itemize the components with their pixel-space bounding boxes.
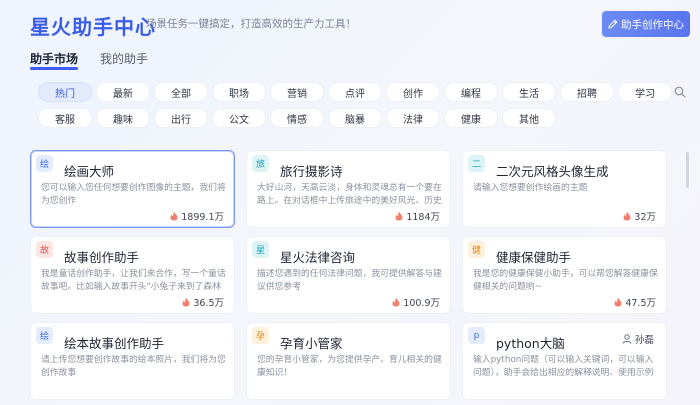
category-pill[interactable]: 法律: [386, 108, 440, 128]
usage-count-value: 1184万: [406, 212, 440, 223]
category-pill[interactable]: 健康: [444, 108, 498, 128]
assistant-description: 我是童话创作助手，让我们来合作，写一个童话故事吧。比如输入故事开头"小兔子来到了…: [41, 269, 226, 292]
assistant-title: 绘画大师: [64, 164, 115, 179]
assistant-title: 孕育小管家: [280, 336, 343, 351]
fire-icon: [182, 297, 190, 307]
fire-icon: [623, 211, 631, 221]
fire-icon: [392, 297, 400, 307]
assistant-description: 输入python问题（可以输入关键词，可以输入问题），助手会给出相应的解释说明、…: [473, 355, 654, 378]
assistant-card[interactable]: 健健康保健助手我是您的健康保健小助手，可以帮您解答健康保健相关的问题哟~ 47.5…: [462, 236, 667, 314]
usage-count: 1899.1万: [170, 209, 224, 223]
usage-count: 100.9万: [392, 295, 440, 309]
assistant-card[interactable]: 绘绘本故事创作助手请上传您想要创作故事的绘本照片，我们将为您创作故事: [30, 322, 235, 400]
assistant-badge-icon: 故: [36, 241, 53, 258]
category-pill[interactable]: 客服: [38, 108, 92, 128]
assistant-badge-icon: 孕: [252, 327, 269, 344]
category-pill[interactable]: 学习: [618, 82, 672, 102]
assistant-card-grid: 绘绘画大师 您可以输入您任何想要创作图像的主题，我们将为您创作 1899.1万旅旅行…: [30, 150, 672, 400]
assistant-title: 绘本故事创作助手: [64, 336, 165, 351]
assistant-title: 故事创作助手: [64, 250, 140, 265]
category-pill[interactable]: 招聘: [560, 82, 614, 102]
assistant-description: 大好山河，天高云淡，身体和灵魂总有一个要在路上。在对话框中上传旅途中的美好风光、…: [257, 183, 442, 206]
search-icon[interactable]: [674, 86, 686, 98]
category-pill[interactable]: 出行: [154, 108, 208, 128]
create-button-label: 助手创作中心: [621, 18, 684, 31]
assistant-description: 您可以输入您任何想要创作图像的主题，我们将为您创作: [41, 183, 226, 206]
fire-icon: [395, 211, 403, 221]
category-pill[interactable]: 情感: [270, 108, 324, 128]
user-icon: [622, 334, 632, 344]
tab-assistant-market[interactable]: 助手市场: [30, 48, 79, 72]
assistant-description: 请输入您想要创作绘画的主题: [473, 183, 588, 193]
assistant-description: 描述您遇到的任何法律问题，我可提供解答与建议供您参考: [257, 269, 442, 292]
usage-count-value: 32万: [634, 212, 656, 223]
main-tabs: 助手市场 我的助手: [30, 48, 148, 72]
usage-count: 1184万: [395, 209, 440, 223]
category-pill[interactable]: 最新: [96, 82, 150, 102]
category-pill[interactable]: 营销: [270, 82, 324, 102]
assistant-author: 孙磊: [622, 332, 654, 346]
page-title: 星火助手中心: [30, 15, 156, 39]
assistant-description: 您的孕育小管家，为您提供孕产、育儿相关的健康知识！: [257, 355, 442, 378]
assistant-title: 星火法律咨询: [280, 250, 356, 265]
pencil-icon: [608, 19, 618, 29]
category-filter: 热门 最新 全部 职场 营销 点评 创作 编程 生活 招聘 学习客服 趣味 出行 公文 情感 脑暴 法律 健康 其他: [38, 82, 678, 128]
assistant-badge-icon: p: [468, 327, 485, 344]
assistant-title: 二次元风格头像生成: [496, 164, 609, 179]
category-pill[interactable]: 编程: [444, 82, 498, 102]
category-pill[interactable]: 热门: [38, 82, 92, 102]
usage-count-value: 36.5万: [193, 298, 224, 309]
category-pill[interactable]: 职场: [212, 82, 266, 102]
usage-count-value: 100.9万: [403, 298, 440, 309]
fire-icon: [614, 297, 622, 307]
assistant-card[interactable]: 绘绘画大师您可以输入您任何想要创作图像的主题，我们将为您创作 1899.1万: [30, 150, 235, 228]
usage-count: 36.5万: [182, 295, 224, 309]
usage-count-value: 1899.1万: [181, 212, 224, 223]
assistant-description: 我是您的健康保健小助手，可以帮您解答健康保健相关的问题哟~: [473, 269, 658, 292]
usage-count: 47.5万: [614, 295, 656, 309]
header: 星火助手中心 场景任务一键搞定，打造高效的生产力工具！ 助手创作中心: [0, 0, 700, 48]
usage-count-value: 47.5万: [625, 298, 656, 309]
fire-icon: [170, 211, 178, 221]
assistant-badge-icon: 绘: [36, 327, 53, 344]
scrollbar[interactable]: [686, 152, 689, 188]
category-pill[interactable]: 脑暴: [328, 108, 382, 128]
assistant-card[interactable]: 星星火法律咨询描述您遇到的任何法律问题，我可提供解答与建议供您参考 100.9万: [246, 236, 451, 314]
assistant-badge-icon: 健: [468, 241, 485, 258]
category-pill[interactable]: 全部: [154, 82, 208, 102]
assistant-description: 请上传您想要创作故事的绘本照片，我们将为您创作故事: [41, 355, 226, 378]
assistant-card[interactable]: p python大脑输入python问题（可以输入关键词，可以输入问题），助手会给…: [462, 322, 667, 400]
category-pill[interactable]: 点评: [328, 82, 382, 102]
assistant-badge-icon: 绘: [36, 155, 53, 172]
category-pill[interactable]: 其他: [502, 108, 556, 128]
assistant-card[interactable]: 旅旅行摄影诗大好山河，天高云淡，身体和灵魂总有一个要在路上。在对话框中上传旅途中…: [246, 150, 451, 228]
category-pill[interactable]: 趣味: [96, 108, 150, 128]
tab-my-assistants[interactable]: 我的助手: [100, 48, 148, 72]
page-subtitle: 场景任务一键搞定，打造高效的生产力工具！: [146, 18, 356, 30]
assistant-card[interactable]: 孕孕育小管家您的孕育小管家，为您提供孕产、育儿相关的健康知识！: [246, 322, 451, 400]
assistant-card[interactable]: 故故事创作助手我是童话创作助手，让我们来合作，写一个童话故事吧。比如输入故事开头…: [30, 236, 235, 314]
category-pill[interactable]: 生活: [502, 82, 556, 102]
usage-count: 32万: [623, 209, 656, 223]
assistant-title: 旅行摄影诗: [280, 164, 343, 179]
assistant-badge-icon: 二: [468, 155, 485, 172]
assistant-create-center-button[interactable]: 助手创作中心: [602, 11, 690, 37]
assistant-title: 健康保健助手: [496, 250, 572, 265]
category-pill[interactable]: 公文: [212, 108, 266, 128]
assistant-badge-icon: 星: [252, 241, 269, 258]
assistant-title: python大脑: [496, 336, 565, 351]
assistant-card[interactable]: 二二次元风格头像生成请输入您想要创作绘画的主题 32万: [462, 150, 667, 228]
assistant-badge-icon: 旅: [252, 155, 269, 172]
author-name: 孙磊: [634, 335, 654, 346]
category-pill[interactable]: 创作: [386, 82, 440, 102]
